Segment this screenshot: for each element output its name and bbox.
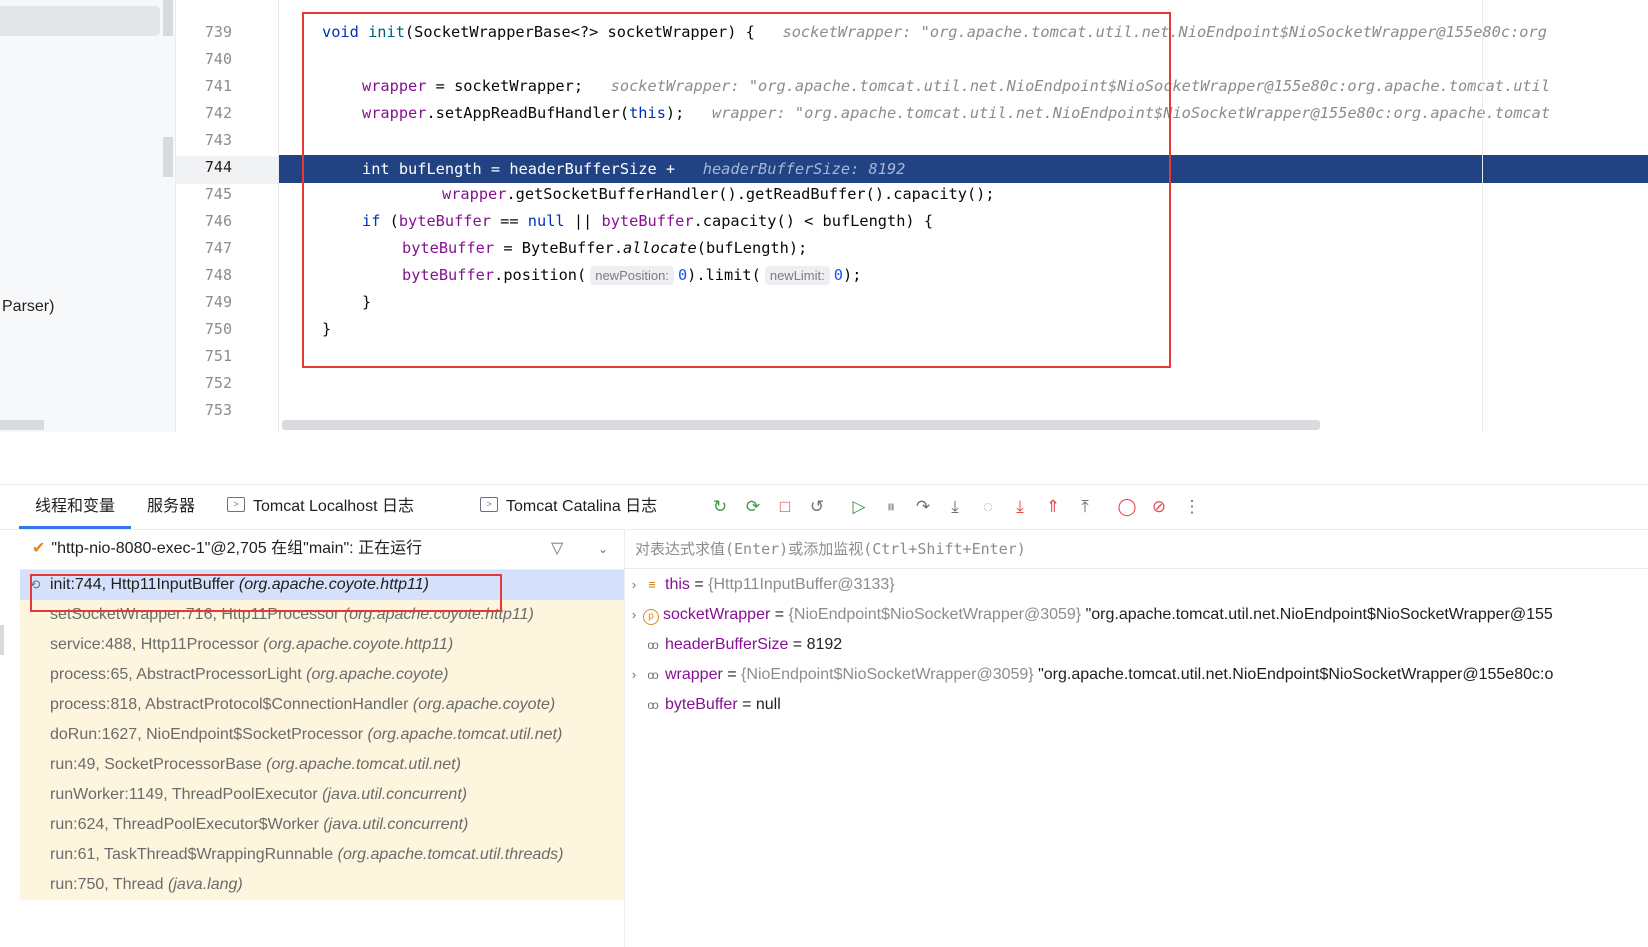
- frame-item[interactable]: process:65, AbstractProcessorLight (org.…: [20, 660, 624, 690]
- chevron-right-icon[interactable]: ›: [625, 570, 643, 600]
- stop-icon[interactable]: □: [773, 495, 797, 519]
- line-number: 739: [204, 23, 232, 41]
- annotation-box-code: [302, 12, 1171, 368]
- chevron-right-icon[interactable]: ›: [625, 600, 643, 630]
- frame-item[interactable]: service:488, Http11Processor (org.apache…: [20, 630, 624, 660]
- stack-icon: ≡: [648, 577, 656, 592]
- line-number: 740: [204, 50, 232, 68]
- field-watch-icon: oo: [647, 698, 658, 712]
- variable-row-wrapper[interactable]: › oo wrapper = {NioEndpoint$NioSocketWrapp…: [625, 660, 1648, 690]
- resume-icon[interactable]: ▷: [847, 495, 871, 519]
- frame-item[interactable]: run:49, SocketProcessorBase (org.apache.…: [20, 750, 624, 780]
- variable-row-headerBufferSize[interactable]: oo headerBufferSize = 8192: [625, 630, 1648, 660]
- frames-panel: ✔ "http-nio-8080-exec-1"@2,705 在组"main": …: [20, 529, 625, 947]
- log-icon: >: [227, 497, 245, 513]
- variable-row-this[interactable]: › ≡ this = {Http11InputBuffer@3133}: [625, 570, 1648, 600]
- project-scrollbar-thumb-2[interactable]: [163, 137, 173, 177]
- variable-row-byteBuffer[interactable]: oo byteBuffer = null: [625, 690, 1648, 720]
- chevron-down-icon[interactable]: ⌄: [598, 529, 608, 569]
- line-number: 752: [204, 374, 232, 392]
- chevron-right-icon[interactable]: ›: [625, 660, 643, 690]
- frame-item[interactable]: process:818, AbstractProtocol$Connection…: [20, 690, 624, 720]
- mute-breakpoints-icon[interactable]: ⊘: [1147, 495, 1171, 519]
- step-into-icon[interactable]: ⤓: [943, 495, 967, 519]
- line-number: 742: [204, 104, 232, 122]
- frames-list: ⟲ init:744, Http11InputBuffer (org.apache…: [20, 570, 624, 900]
- project-item-text[interactable]: Parser): [2, 298, 54, 316]
- check-icon: ✔: [32, 540, 46, 557]
- project-hscrollbar[interactable]: [0, 420, 44, 430]
- refresh-icon[interactable]: ↺: [805, 495, 829, 519]
- editor-hscrollbar[interactable]: [282, 420, 1320, 430]
- log-icon: >: [480, 497, 498, 513]
- line-number: 747: [204, 239, 232, 257]
- rerun-icon[interactable]: ↻: [708, 495, 732, 519]
- line-number: 749: [204, 293, 232, 311]
- project-scrollbar-thumb[interactable]: [163, 0, 173, 36]
- line-number-gutter[interactable]: 739 740 741 742 743 744 745 746 747 748 …: [176, 0, 279, 432]
- line-number: 743: [204, 131, 232, 149]
- frame-item[interactable]: runWorker:1149, ThreadPoolExecutor (java…: [20, 780, 624, 810]
- line-number: 753: [204, 401, 232, 419]
- frame-item[interactable]: doRun:1627, NioEndpoint$SocketProcessor …: [20, 720, 624, 750]
- more-options-icon[interactable]: ⋮: [1180, 495, 1204, 519]
- thread-label: "http-nio-8080-exec-1"@2,705 在组"main": 正…: [51, 540, 423, 557]
- line-number: 750: [204, 320, 232, 338]
- annotation-box-frame: [30, 574, 502, 612]
- field-watch-icon: oo: [647, 638, 658, 652]
- parameter-icon: p: [643, 609, 659, 625]
- tab-tomcat-localhost-log[interactable]: > Tomcat Localhost 日志: [227, 485, 414, 529]
- frame-item[interactable]: run:750, Thread (java.lang): [20, 870, 624, 900]
- pause-icon[interactable]: ⏸: [879, 495, 903, 519]
- code-editor[interactable]: Parser) 739 740 741 742 743 744 745 746 …: [0, 0, 1648, 432]
- debug-tabs: 线程和变量 服务器 > Tomcat Localhost 日志 > Tomcat C…: [0, 485, 1648, 530]
- field-watch-icon: oo: [647, 668, 658, 682]
- debug-tool-window: 线程和变量 服务器 > Tomcat Localhost 日志 > Tomcat C…: [0, 484, 1648, 947]
- step-out-icon[interactable]: ⤒: [1073, 495, 1097, 519]
- drop-frame-icon[interactable]: ⇑: [1041, 495, 1065, 519]
- restart-icon[interactable]: ⟳: [741, 495, 765, 519]
- line-number: 741: [204, 77, 232, 95]
- right-margin-guide: [1482, 0, 1483, 432]
- frame-item[interactable]: run:624, ThreadPoolExecutor$Worker (java…: [20, 810, 624, 840]
- line-number: 746: [204, 212, 232, 230]
- line-number: 751: [204, 347, 232, 365]
- frame-item[interactable]: run:61, TaskThread$WrappingRunnable (org…: [20, 840, 624, 870]
- project-selected-item[interactable]: [0, 6, 160, 36]
- variable-row-socketWrapper[interactable]: › p socketWrapper = {NioEndpoint$NioSocket…: [625, 600, 1648, 630]
- line-number: 748: [204, 266, 232, 284]
- thread-selector[interactable]: ✔ "http-nio-8080-exec-1"@2,705 在组"main": …: [20, 529, 624, 570]
- tab-servers[interactable]: 服务器: [147, 485, 195, 529]
- line-number-current: 744: [204, 158, 232, 176]
- step-into-my-code-icon[interactable]: ◌: [976, 495, 1000, 519]
- evaluate-expression-input[interactable]: 对表达式求值(Enter)或添加监视(Ctrl+Shift+Enter): [625, 529, 1648, 569]
- line-number: 745: [204, 185, 232, 203]
- filter-icon[interactable]: ▽: [551, 529, 563, 569]
- step-over-icon[interactable]: ↷: [911, 495, 935, 519]
- side-strip: [0, 625, 4, 655]
- view-breakpoints-icon[interactable]: ◯: [1115, 495, 1139, 519]
- tab-tomcat-catalina-log[interactable]: > Tomcat Catalina 日志: [480, 485, 657, 529]
- force-step-into-icon[interactable]: ⤓: [1008, 495, 1032, 519]
- variables-panel: 对表达式求值(Enter)或添加监视(Ctrl+Shift+Enter) › ≡ t…: [625, 529, 1648, 947]
- tab-threads-variables[interactable]: 线程和变量: [18, 485, 132, 529]
- project-panel: Parser): [0, 0, 176, 432]
